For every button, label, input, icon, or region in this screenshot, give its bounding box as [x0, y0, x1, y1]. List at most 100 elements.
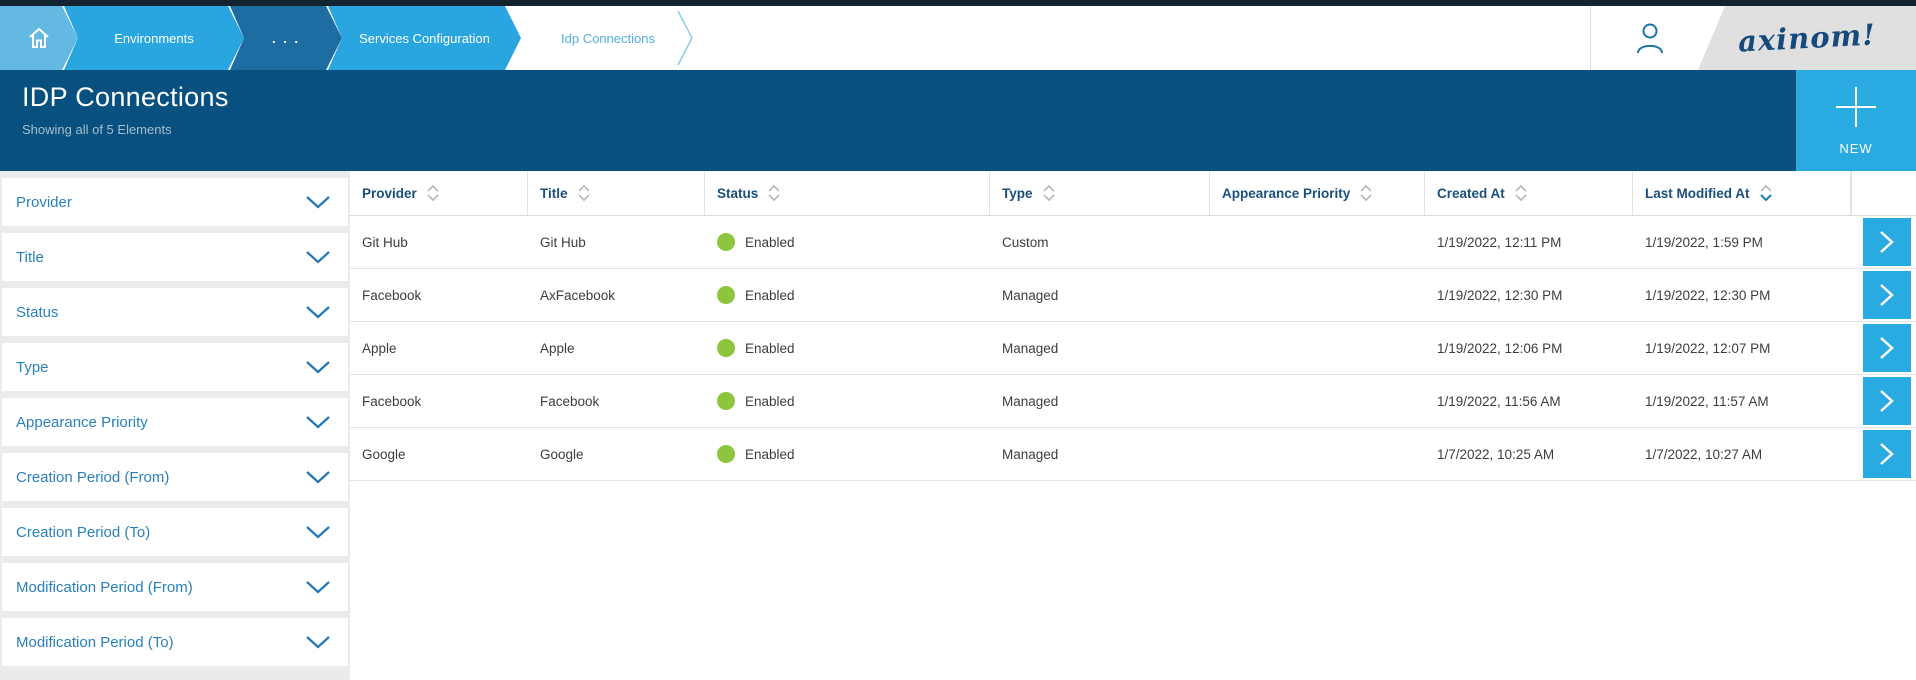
cell-created-at: 1/19/2022, 12:06 PM	[1425, 341, 1633, 356]
filter-sidebar: Provider Title Status Type Appearance Pr…	[0, 171, 350, 680]
column-header[interactable]: Last Modified At	[1633, 171, 1851, 215]
status-label: Enabled	[745, 288, 795, 303]
user-account-button[interactable]	[1620, 14, 1680, 62]
cell-row-action	[1851, 430, 1916, 478]
cell-title: Google	[528, 447, 705, 462]
filter-accordion-item[interactable]: Modification Period (From)	[2, 563, 348, 611]
cell-title: Git Hub	[528, 235, 705, 250]
breadcrumb-environments[interactable]: Environments	[64, 6, 244, 70]
cell-provider: Apple	[350, 341, 528, 356]
cell-provider: Git Hub	[350, 235, 528, 250]
axinom-logo: axinom!	[1698, 6, 1916, 70]
idp-connections-table: Provider Title Status Type Appearance Pr…	[350, 171, 1916, 481]
column-header-label: Title	[540, 186, 568, 201]
page-header: IDP Connections Showing all of 5 Element…	[0, 70, 1916, 171]
filter-accordion-item[interactable]: Appearance Priority	[2, 398, 348, 446]
chevron-down-icon	[306, 581, 330, 594]
breadcrumb-label: Environments	[114, 31, 193, 46]
chevron-outline-icon	[677, 10, 695, 66]
column-header[interactable]: Title	[528, 171, 705, 215]
status-label: Enabled	[745, 447, 795, 462]
breadcrumb-idp-connections-current: Idp Connections	[507, 6, 695, 70]
header-cell-empty	[1851, 171, 1916, 215]
open-row-button[interactable]	[1863, 377, 1911, 425]
cell-title: Apple	[528, 341, 705, 356]
status-label: Enabled	[745, 341, 795, 356]
cell-last-modified-at: 1/19/2022, 1:59 PM	[1633, 235, 1851, 250]
cell-provider: Facebook	[350, 288, 528, 303]
filter-accordion-item[interactable]: Creation Period (From)	[2, 453, 348, 501]
cell-created-at: 1/7/2022, 10:25 AM	[1425, 447, 1633, 462]
cell-row-action	[1851, 271, 1916, 319]
cell-created-at: 1/19/2022, 11:56 AM	[1425, 394, 1633, 409]
breadcrumb-home[interactable]	[0, 6, 78, 70]
column-header[interactable]: Created At	[1425, 171, 1633, 215]
status-dot	[717, 233, 735, 251]
sort-icon	[767, 183, 781, 203]
chevron-down-icon	[306, 471, 330, 484]
column-header[interactable]: Status	[705, 171, 990, 215]
filter-accordion-item[interactable]: Creation Period (To)	[2, 508, 348, 556]
sort-icon	[1759, 183, 1773, 203]
chevron-right-icon	[1878, 282, 1896, 308]
status-label: Enabled	[745, 235, 795, 250]
open-row-button[interactable]	[1863, 430, 1911, 478]
filter-label: Creation Period (From)	[16, 469, 169, 486]
filter-label: Type	[16, 359, 49, 376]
chevron-down-icon	[306, 306, 330, 319]
cell-type: Managed	[990, 288, 1210, 303]
column-header[interactable]: Appearance Priority	[1210, 171, 1425, 215]
column-header[interactable]: Provider	[350, 171, 528, 215]
filter-label: Creation Period (To)	[16, 524, 150, 541]
cell-type: Custom	[990, 235, 1210, 250]
table-row: Apple Apple Enabled Managed 1/19/2022, 1…	[350, 322, 1916, 375]
sort-icon	[1042, 183, 1056, 203]
open-row-button[interactable]	[1863, 324, 1911, 372]
cell-type: Managed	[990, 341, 1210, 356]
filter-accordion-item[interactable]: Title	[2, 233, 348, 281]
breadcrumb-label: Services Configuration	[359, 31, 490, 46]
cell-last-modified-at: 1/7/2022, 10:27 AM	[1633, 447, 1851, 462]
breadcrumb-services-configuration[interactable]: Services Configuration	[328, 6, 521, 70]
filter-label: Status	[16, 304, 59, 321]
cell-row-action	[1851, 218, 1916, 266]
filter-accordion-item[interactable]: Type	[2, 343, 348, 391]
home-icon	[25, 24, 53, 52]
new-button[interactable]: NEW	[1796, 70, 1916, 171]
axinom-logo-text: axinom!	[1737, 17, 1877, 58]
cell-status: Enabled	[705, 233, 990, 251]
chevron-right-icon	[1878, 335, 1896, 361]
filter-accordion-item[interactable]: Modification Period (To)	[2, 618, 348, 666]
chevron-right-icon	[1878, 229, 1896, 255]
status-dot	[717, 445, 735, 463]
filter-accordion-item[interactable]: Status	[2, 288, 348, 336]
cell-status: Enabled	[705, 286, 990, 304]
filter-label: Modification Period (To)	[16, 634, 174, 651]
open-row-button[interactable]	[1863, 271, 1911, 319]
results-count: Showing all of 5 Elements	[22, 122, 1916, 137]
sort-icon	[1359, 183, 1373, 203]
topbar-divider	[1590, 6, 1591, 70]
breadcrumb-label: . . .	[272, 31, 300, 46]
cell-last-modified-at: 1/19/2022, 11:57 AM	[1633, 394, 1851, 409]
chevron-right-icon	[1878, 441, 1896, 467]
column-header-label: Created At	[1437, 186, 1505, 201]
filter-accordion-item[interactable]: Provider	[2, 178, 348, 226]
table-row: Git Hub Git Hub Enabled Custom 1/19/2022…	[350, 216, 1916, 269]
chevron-down-icon	[306, 361, 330, 374]
column-header[interactable]: Type	[990, 171, 1210, 215]
chevron-down-icon	[306, 416, 330, 429]
status-dot	[717, 392, 735, 410]
cell-provider: Google	[350, 447, 528, 462]
table-row: Google Google Enabled Managed 1/7/2022, …	[350, 428, 1916, 481]
table-body: Git Hub Git Hub Enabled Custom 1/19/2022…	[350, 216, 1916, 481]
cell-created-at: 1/19/2022, 12:30 PM	[1425, 288, 1633, 303]
filter-label: Modification Period (From)	[16, 579, 193, 596]
open-row-button[interactable]	[1863, 218, 1911, 266]
table-row: Facebook AxFacebook Enabled Managed 1/19…	[350, 269, 1916, 322]
cell-title: Facebook	[528, 394, 705, 409]
breadcrumb-ellipsis[interactable]: . . .	[230, 6, 342, 70]
breadcrumb-label: Idp Connections	[561, 31, 655, 46]
cell-row-action	[1851, 324, 1916, 372]
chevron-right-icon	[1878, 388, 1896, 414]
